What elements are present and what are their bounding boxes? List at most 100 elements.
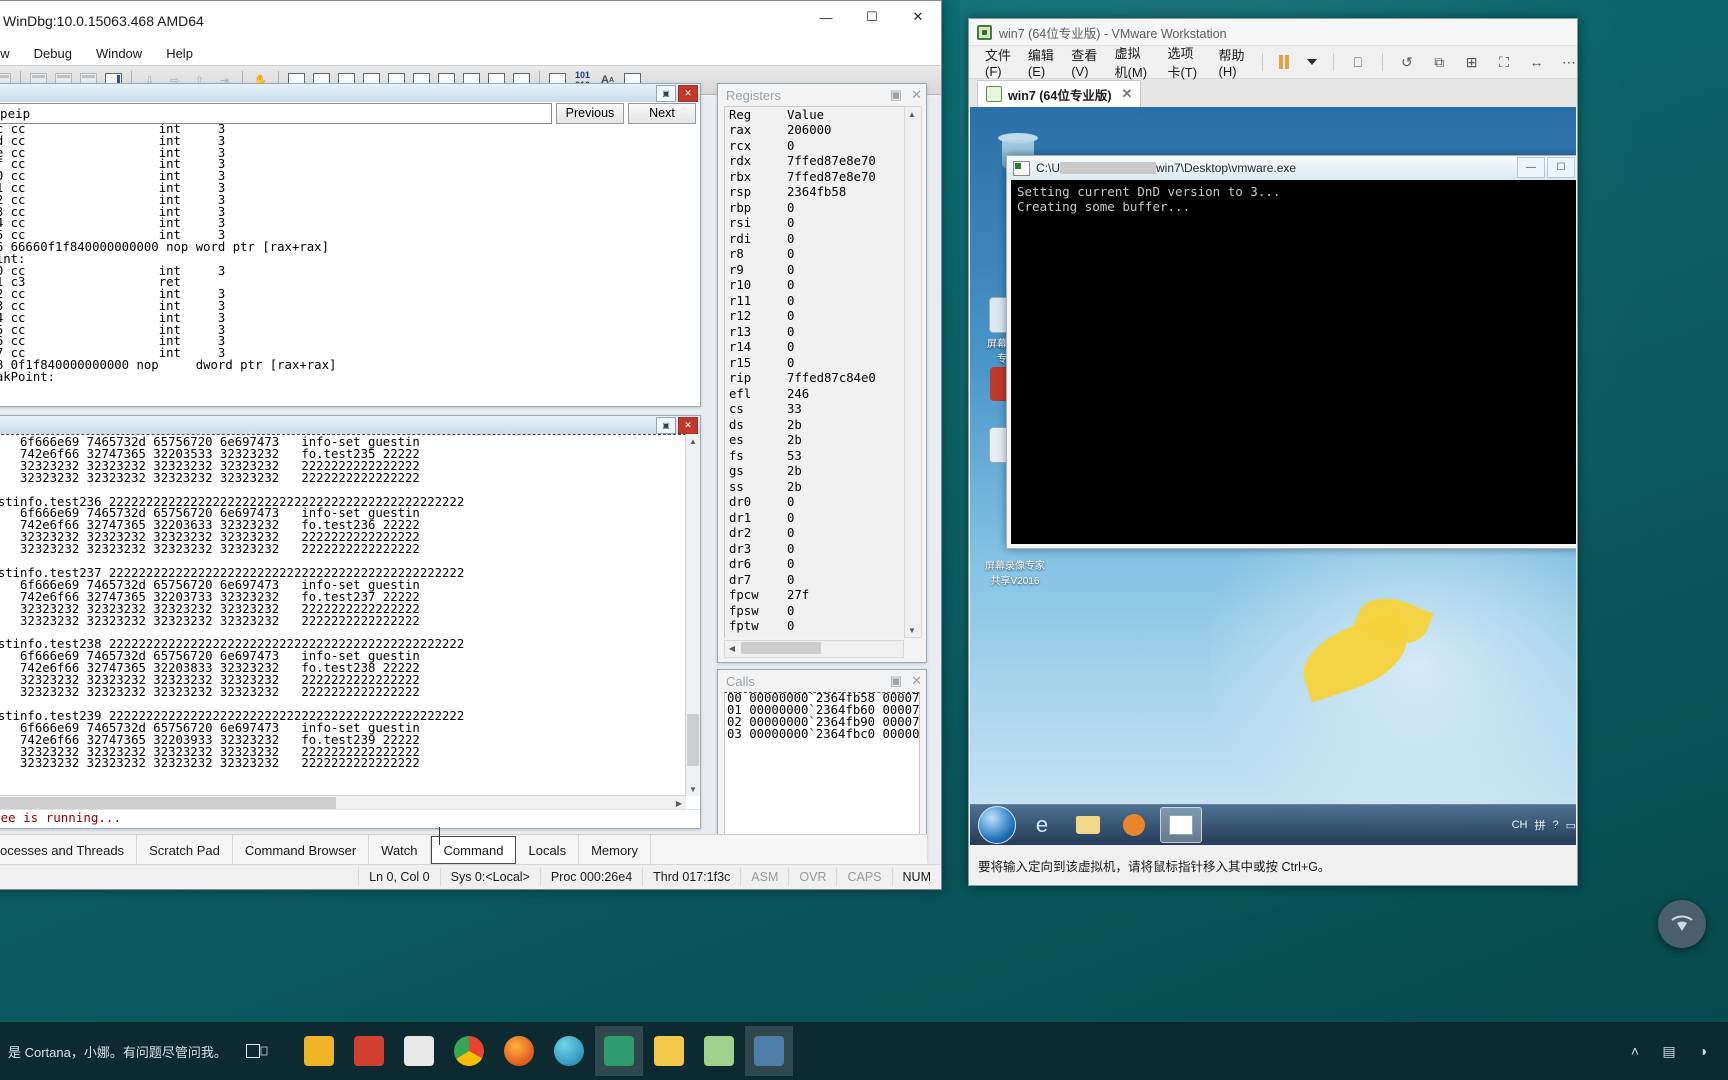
registers-vertical-scrollbar[interactable]: ▲ ▼ [904, 106, 922, 638]
taskbar-item-explorer[interactable] [295, 1026, 343, 1076]
taskbar-item-windbg[interactable] [744, 1026, 793, 1076]
register-value[interactable]: 2b [783, 480, 880, 496]
register-row[interactable]: r15 0 [725, 356, 880, 372]
command-vertical-scrollbar[interactable]: ▲ ▼ [685, 434, 700, 796]
previous-button[interactable]: Previous [556, 102, 624, 124]
menu-item-view[interactable]: ew [0, 46, 10, 61]
register-value[interactable]: 33 [783, 402, 880, 418]
register-value[interactable]: 0 [783, 340, 880, 356]
register-value[interactable]: 7ffed87e8e70 [783, 170, 880, 186]
close-icon[interactable]: ✕ [1122, 86, 1133, 102]
windbg-tab-locals[interactable]: Locals [516, 835, 580, 865]
chevron-down-icon[interactable] [1306, 59, 1317, 65]
register-row[interactable]: efl 246 [725, 387, 880, 403]
register-row[interactable]: r9 0 [725, 263, 880, 279]
vmware-menu-file[interactable]: 文件(F) [985, 45, 1012, 79]
register-row[interactable]: r10 0 [725, 278, 880, 294]
taskbar-item-red-app[interactable] [345, 1026, 393, 1076]
disassembly-address-input[interactable]: copeip [0, 102, 552, 124]
unity-icon[interactable]: ⊞ [1463, 51, 1479, 73]
register-row[interactable]: rax 206000 [725, 123, 880, 139]
revert-snapshot-icon[interactable]: ↺ [1399, 51, 1415, 73]
register-row[interactable]: cs 33 [725, 402, 880, 418]
register-row[interactable]: dr3 0 [725, 542, 880, 558]
vmware-workstation-window[interactable]: win7 (64位专业版) - VMware Workstation 文件(F)… [968, 18, 1578, 886]
register-row[interactable]: dr7 0 [725, 573, 880, 589]
restore-icon[interactable]: ▣ [656, 84, 676, 102]
register-row[interactable]: ds 2b [725, 418, 880, 434]
register-value[interactable]: 0 [783, 278, 880, 294]
guest-taskbar-mediaplayer[interactable] [1114, 808, 1154, 842]
windbg-tab-watch[interactable]: Watch [369, 835, 431, 865]
register-row[interactable]: r11 0 [725, 294, 880, 310]
vmware-menu-vm[interactable]: 虚拟机(M) [1115, 43, 1152, 81]
register-row[interactable]: rbp 0 [725, 201, 880, 217]
register-value[interactable]: 7ffed87e8e70 [783, 154, 880, 170]
register-row[interactable]: fpsw 0 [725, 604, 880, 620]
register-value[interactable]: 0 [783, 526, 880, 542]
register-value[interactable]: 27f [783, 588, 880, 604]
taskbar-item-edge[interactable] [545, 1026, 593, 1076]
register-value[interactable]: 0 [783, 309, 880, 325]
register-value[interactable]: 53 [783, 449, 880, 465]
vm-guest-screen[interactable]: 屏幕录像专家 屏幕录像专家 共享V2016 C:\U win7\Desktop\v… [970, 107, 1576, 845]
close-icon[interactable]: ✕ [895, 1, 941, 33]
register-value[interactable]: 2b [783, 464, 880, 480]
restore-icon[interactable]: ▣ [656, 416, 676, 434]
taskbar-item-vmware[interactable] [594, 1026, 643, 1076]
vmware-tabstrip[interactable]: win7 (64位专业版) ✕ [969, 79, 1577, 107]
hscroll-thumb[interactable] [0, 797, 336, 809]
register-value[interactable]: 0 [783, 294, 880, 310]
help-icon[interactable]: ? [1552, 819, 1558, 831]
scroll-down-icon[interactable]: ▼ [905, 623, 919, 637]
command-horizontal-scrollbar[interactable]: ▶ [0, 795, 686, 810]
system-tray[interactable]: ˄ ▤ ◑ [1624, 1040, 1728, 1062]
scroll-down-icon[interactable]: ▼ [686, 782, 700, 796]
hscroll-thumb[interactable] [741, 642, 821, 654]
menu-item-window[interactable]: Window [96, 46, 142, 61]
lang-indicator[interactable]: 拼 [1534, 817, 1545, 833]
vmware-tab-win7[interactable]: win7 (64位专业版) ✕ [977, 80, 1142, 107]
scroll-up-icon[interactable]: ▲ [905, 107, 919, 121]
register-value[interactable]: 0 [783, 573, 880, 589]
register-value[interactable]: 7ffed87c84e0 [783, 371, 880, 387]
windows-taskbar[interactable]: 是 Cortana，小娜。有问题尽管问我。 ˄ ▤ ◑ [0, 1022, 1728, 1080]
register-row[interactable]: rip 7ffed87c84e0 [725, 371, 880, 387]
command-window[interactable]: ▣ ✕ 36fe390 6f666e69 7465732d 65756720 6… [0, 415, 701, 829]
register-value[interactable]: 2b [783, 433, 880, 449]
restore-icon[interactable]: ▣ [890, 673, 902, 689]
taskbar-item-firefox[interactable] [495, 1026, 543, 1076]
register-value[interactable]: 0 [783, 557, 880, 573]
close-icon[interactable]: ✕ [678, 84, 698, 102]
maximize-icon[interactable]: ☐ [1547, 157, 1575, 178]
register-row[interactable]: r13 0 [725, 325, 880, 341]
vmware-menu-view[interactable]: 查看(V) [1071, 45, 1098, 79]
register-row[interactable]: r14 0 [725, 340, 880, 356]
register-row[interactable]: gs 2b [725, 464, 880, 480]
taskbar-item-notepad[interactable] [695, 1026, 743, 1076]
register-value[interactable]: 0 [783, 511, 880, 527]
snapshot-icon[interactable]: ⎕ [1350, 51, 1366, 73]
disassembly-window[interactable]: ▣ ✕ copeip Previous Next 187c84cc cc int… [0, 83, 701, 407]
register-value[interactable]: 0 [783, 201, 880, 217]
register-value[interactable]: 0 [783, 356, 880, 372]
register-value[interactable]: 0 [783, 263, 880, 279]
desktop-icon-sharedv2016[interactable]: 屏幕录像专家 共享V2016 [980, 557, 1050, 587]
register-value[interactable]: 246 [783, 387, 880, 403]
next-button[interactable]: Next [628, 102, 696, 124]
ime-indicator[interactable]: CH [1512, 819, 1528, 831]
chevron-up-icon[interactable]: ˄ [1624, 1040, 1646, 1062]
registers-window[interactable]: Registers ▣ ✕ Reg Value rax 206000 rcx 0 rdx… [717, 83, 927, 663]
close-icon[interactable]: ✕ [678, 416, 698, 434]
register-row[interactable]: fs 53 [725, 449, 880, 465]
windbg-tab-command[interactable]: Command [430, 836, 517, 864]
vmware-menu-edit[interactable]: 编辑(E) [1028, 45, 1055, 79]
register-row[interactable]: dr0 0 [725, 495, 880, 511]
cortana-search-box[interactable]: 是 Cortana，小娜。有问题尽管问我。 [0, 1042, 235, 1061]
register-value[interactable]: 0 [783, 216, 880, 232]
register-row[interactable]: rdx 7ffed87e8e70 [725, 154, 880, 170]
menu-item-debug[interactable]: Debug [34, 46, 72, 61]
snapshot-manager-icon[interactable]: ⧉ [1431, 51, 1447, 73]
register-value[interactable]: 0 [783, 542, 880, 558]
guest-taskbar[interactable]: e CH 拼 ? ▭ [970, 804, 1576, 845]
